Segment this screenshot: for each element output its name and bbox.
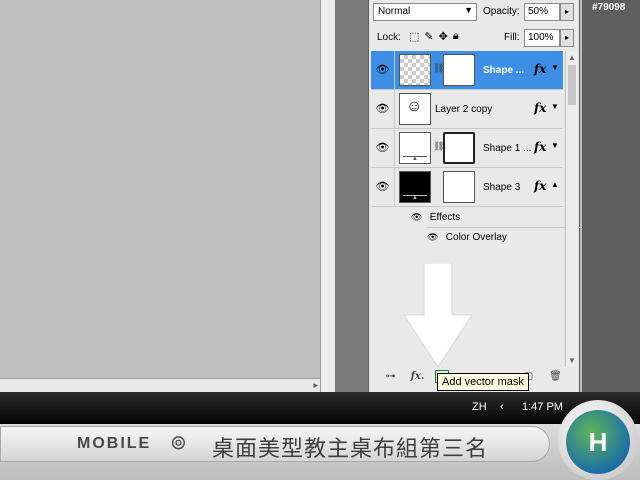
effects-row[interactable]: 👁︎ Effects xyxy=(411,208,579,227)
chevron-down-icon: ▼ xyxy=(464,5,473,15)
fill-field[interactable]: 100% xyxy=(524,29,560,47)
fx-icon[interactable]: fx xyxy=(534,101,546,115)
collapse-arrow-icon[interactable]: ▲ xyxy=(551,180,559,189)
visibility-eye-icon[interactable]: 👁︎ xyxy=(371,51,395,90)
expand-arrow-icon[interactable]: ▼ xyxy=(551,102,559,111)
layers-panel: Normal ▼ Opacity: 50% ▸ Lock: ⬚ ✎ ✥ 🔒︎ F… xyxy=(368,0,595,392)
layer-name: Layer 2 copy xyxy=(435,104,493,115)
layer-name: Shape 1 ... xyxy=(483,143,532,154)
fx-icon[interactable]: fx xyxy=(534,62,546,76)
layer-thumbnail: ▲ xyxy=(399,132,431,164)
pointer-arrow-icon xyxy=(403,263,473,368)
opacity-slider-button[interactable]: ▸ xyxy=(560,3,574,21)
add-layer-style-button[interactable]: fx. xyxy=(404,371,431,382)
banner-title: 桌面美型教主桌布組第三名 xyxy=(212,437,489,462)
taskbar-clock[interactable]: 1:47 PM xyxy=(522,401,563,413)
scroll-up-icon[interactable]: ▲ xyxy=(568,53,576,62)
lock-controls: ⬚ ✎ ✥ 🔒︎ xyxy=(409,30,459,43)
blend-mode-value: Normal xyxy=(378,6,411,17)
document-canvas[interactable] xyxy=(0,0,320,378)
tooltip: Add vector mask xyxy=(437,373,529,391)
vector-mask-thumbnail[interactable] xyxy=(443,54,475,86)
visibility-eye-icon[interactable]: 👁︎ xyxy=(411,208,427,227)
brand-wordmark: MOBILE xyxy=(77,435,152,452)
right-workspace xyxy=(582,0,640,392)
watermark-id: #79098 xyxy=(592,2,626,13)
layer-thumbnail: ▲ xyxy=(399,171,431,203)
layer-name: Shape 3 xyxy=(483,182,521,193)
expand-arrow-icon[interactable]: ▼ xyxy=(551,141,559,150)
trash-icon[interactable]: 🗑︎ xyxy=(542,371,569,382)
opacity-field[interactable]: 50% xyxy=(524,3,560,21)
effects-label: Effects xyxy=(429,212,461,223)
expand-arrow-icon[interactable]: ▼ xyxy=(551,63,559,72)
layer-name: Shape ... xyxy=(483,65,525,76)
canvas-vertical-scrollbar[interactable] xyxy=(320,0,335,392)
workspace-background xyxy=(335,0,368,392)
layer-row[interactable]: 👁︎ ☺ Layer 2 copy fx ▼ xyxy=(371,90,563,129)
layer-row[interactable]: 👁︎ ⛓ Shape ... fx ▼ xyxy=(371,51,563,90)
visibility-eye-icon[interactable]: 👁︎ xyxy=(371,90,395,129)
fill-slider-button[interactable]: ▸ xyxy=(560,29,574,47)
smart-object-thumbnail: ☺ xyxy=(399,93,431,125)
scroll-right-icon[interactable]: ▸ xyxy=(313,380,318,391)
visibility-eye-icon[interactable]: 👁︎ xyxy=(371,129,395,168)
lock-position-icon[interactable]: ✥ xyxy=(439,30,448,43)
lock-label: Lock: xyxy=(377,32,401,43)
layer-row[interactable]: 👁︎ ▲ ⛓ Shape 1 ... fx ▼ xyxy=(371,129,563,168)
brand-logo-icon: ⊚ xyxy=(170,432,187,454)
scroll-down-icon[interactable]: ▼ xyxy=(568,356,576,365)
layers-scrollbar[interactable]: ▲ ▼ xyxy=(565,51,578,367)
layer-mask-thumbnail[interactable] xyxy=(443,171,475,203)
lock-transparency-icon[interactable]: ⬚ xyxy=(409,30,419,43)
site-logo-icon: H xyxy=(566,410,630,474)
language-indicator[interactable]: ZH xyxy=(472,401,487,413)
scroll-thumb[interactable] xyxy=(568,65,576,105)
blend-mode-select[interactable]: Normal ▼ xyxy=(373,3,477,21)
lock-brush-icon[interactable]: ✎ xyxy=(424,30,433,43)
opacity-label: Opacity: xyxy=(483,6,520,17)
tray-chevron-icon[interactable]: ‹ xyxy=(500,401,504,413)
visibility-eye-icon[interactable]: 👁︎ xyxy=(427,228,443,247)
vector-mask-thumbnail[interactable] xyxy=(443,132,475,164)
face-icon: ☺ xyxy=(406,98,423,115)
fx-icon[interactable]: fx xyxy=(534,140,546,154)
canvas-horizontal-scrollbar[interactable]: ▸ xyxy=(0,378,320,392)
fx-icon[interactable]: fx xyxy=(534,179,546,193)
effect-item-label: Color Overlay xyxy=(445,232,507,243)
layer-thumbnail xyxy=(399,54,431,86)
link-layers-icon[interactable]: ⊶ xyxy=(377,371,404,382)
layer-row[interactable]: 👁︎ ▲ Shape 3 fx ▲ xyxy=(371,168,563,207)
lock-all-icon[interactable]: 🔒︎ xyxy=(453,30,459,43)
visibility-eye-icon[interactable]: 👁︎ xyxy=(371,168,395,207)
fill-label: Fill: xyxy=(504,32,520,43)
